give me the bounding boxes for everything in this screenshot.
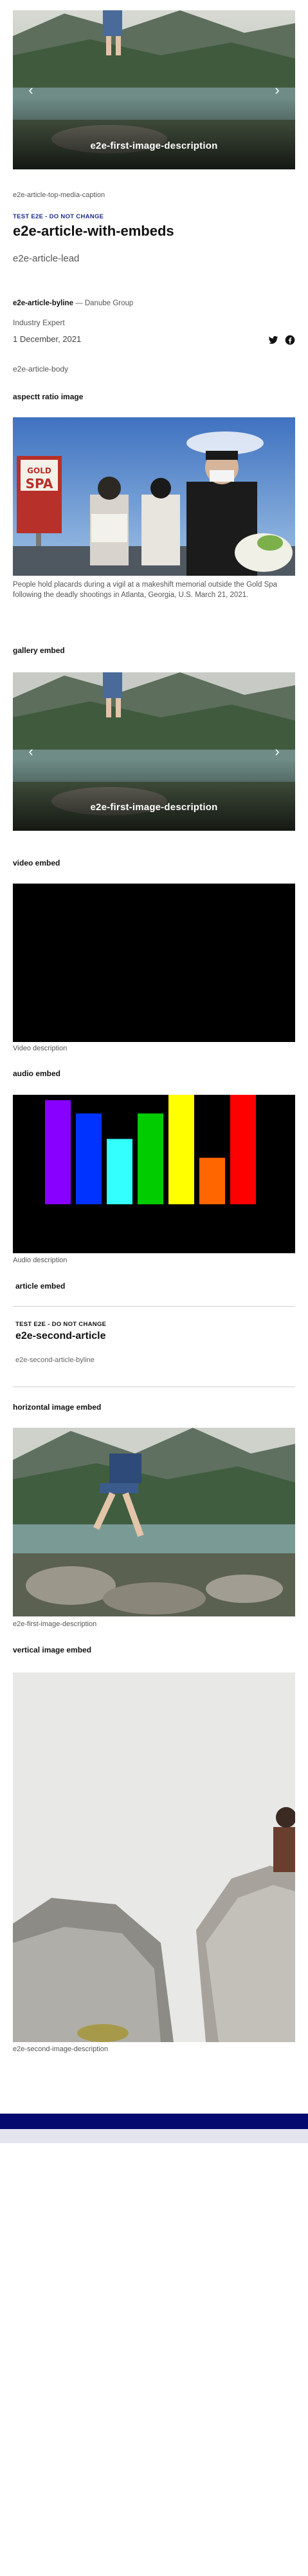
- gallery-section-title: gallery embed: [13, 646, 65, 655]
- vertical-image-caption: e2e-second-image-description: [13, 2045, 108, 2053]
- byline-separator: —: [73, 299, 85, 307]
- horizontal-image-caption: e2e-first-image-description: [13, 1620, 97, 1628]
- gallery-next-arrow-icon[interactable]: ›: [268, 743, 286, 761]
- audio-player[interactable]: [13, 1094, 295, 1253]
- audio-bar: [199, 1157, 225, 1204]
- footer-navy-bar: [0, 2114, 308, 2129]
- embedded-article-byline: e2e-second-article-byline: [15, 1356, 95, 1364]
- audio-bar: [230, 1094, 256, 1204]
- article-title: e2e-article-with-embeds: [13, 223, 174, 239]
- vigil-photo: GOLD SPA: [13, 417, 295, 576]
- video-section-title: video embed: [13, 858, 60, 867]
- horizontal-section-title: horizontal image embed: [13, 1403, 102, 1412]
- gallery-prev-arrow-icon[interactable]: ‹: [22, 743, 40, 761]
- article-body: e2e-article-body: [13, 365, 69, 374]
- video-player[interactable]: [13, 884, 295, 1042]
- byline-name[interactable]: e2e-article-byline: [13, 299, 73, 307]
- top-gallery-caption: e2e-first-image-description: [90, 140, 218, 151]
- audio-visualizer: [45, 1094, 256, 1204]
- byline-org: Danube Group: [84, 299, 134, 307]
- page: ‹ › e2e-first-image-description e2e-arti…: [0, 0, 308, 2576]
- twitter-icon[interactable]: [268, 335, 278, 345]
- embedded-article-headline[interactable]: e2e-second-article: [15, 1331, 295, 1342]
- audio-bar: [168, 1094, 194, 1204]
- gallery-embed[interactable]: ‹ › e2e-first-image-description: [13, 672, 295, 831]
- article-lead: e2e-article-lead: [13, 253, 80, 264]
- footer-light-bar: [0, 2129, 308, 2143]
- article-embed-top-divider: [13, 1306, 295, 1307]
- article-date: 1 December, 2021: [13, 334, 82, 344]
- audio-section-title: audio embed: [13, 1069, 61, 1078]
- byline-role: Industry Expert: [13, 318, 65, 327]
- gallery-next-arrow-icon[interactable]: ›: [268, 81, 286, 99]
- embedded-article-kicker: TEST E2E - DO NOT CHANGE: [15, 1321, 107, 1328]
- horizontal-image: [13, 1428, 295, 1616]
- audio-bar: [45, 1100, 71, 1204]
- audio-bar: [138, 1113, 163, 1204]
- audio-bar: [107, 1139, 132, 1204]
- share-buttons: [268, 335, 295, 345]
- facebook-icon[interactable]: [285, 335, 295, 345]
- byline: e2e-article-byline — Danube Group: [13, 299, 295, 307]
- video-description: Video description: [13, 1045, 68, 1052]
- gallery-prev-arrow-icon[interactable]: ‹: [22, 81, 40, 99]
- top-gallery[interactable]: ‹ › e2e-first-image-description: [13, 10, 295, 169]
- vertical-image: [13, 1672, 295, 2042]
- sign-spa-text: SPA: [26, 476, 53, 491]
- top-media-caption: e2e-article-top-media-caption: [13, 191, 105, 199]
- sign-gold-text: GOLD: [27, 466, 51, 475]
- gallery-embed-caption: e2e-first-image-description: [90, 802, 218, 813]
- article-embed-title: article embed: [15, 1282, 66, 1291]
- article-kicker: TEST E2E - DO NOT CHANGE: [13, 213, 104, 220]
- vertical-section-title: vertical image embed: [13, 1645, 92, 1654]
- audio-description: Audio description: [13, 1256, 68, 1264]
- audio-bar: [76, 1113, 102, 1204]
- aspect-section-title: aspectt ratio image: [13, 392, 84, 401]
- vigil-photo-caption: People hold placards during a vigil at a…: [13, 581, 278, 599]
